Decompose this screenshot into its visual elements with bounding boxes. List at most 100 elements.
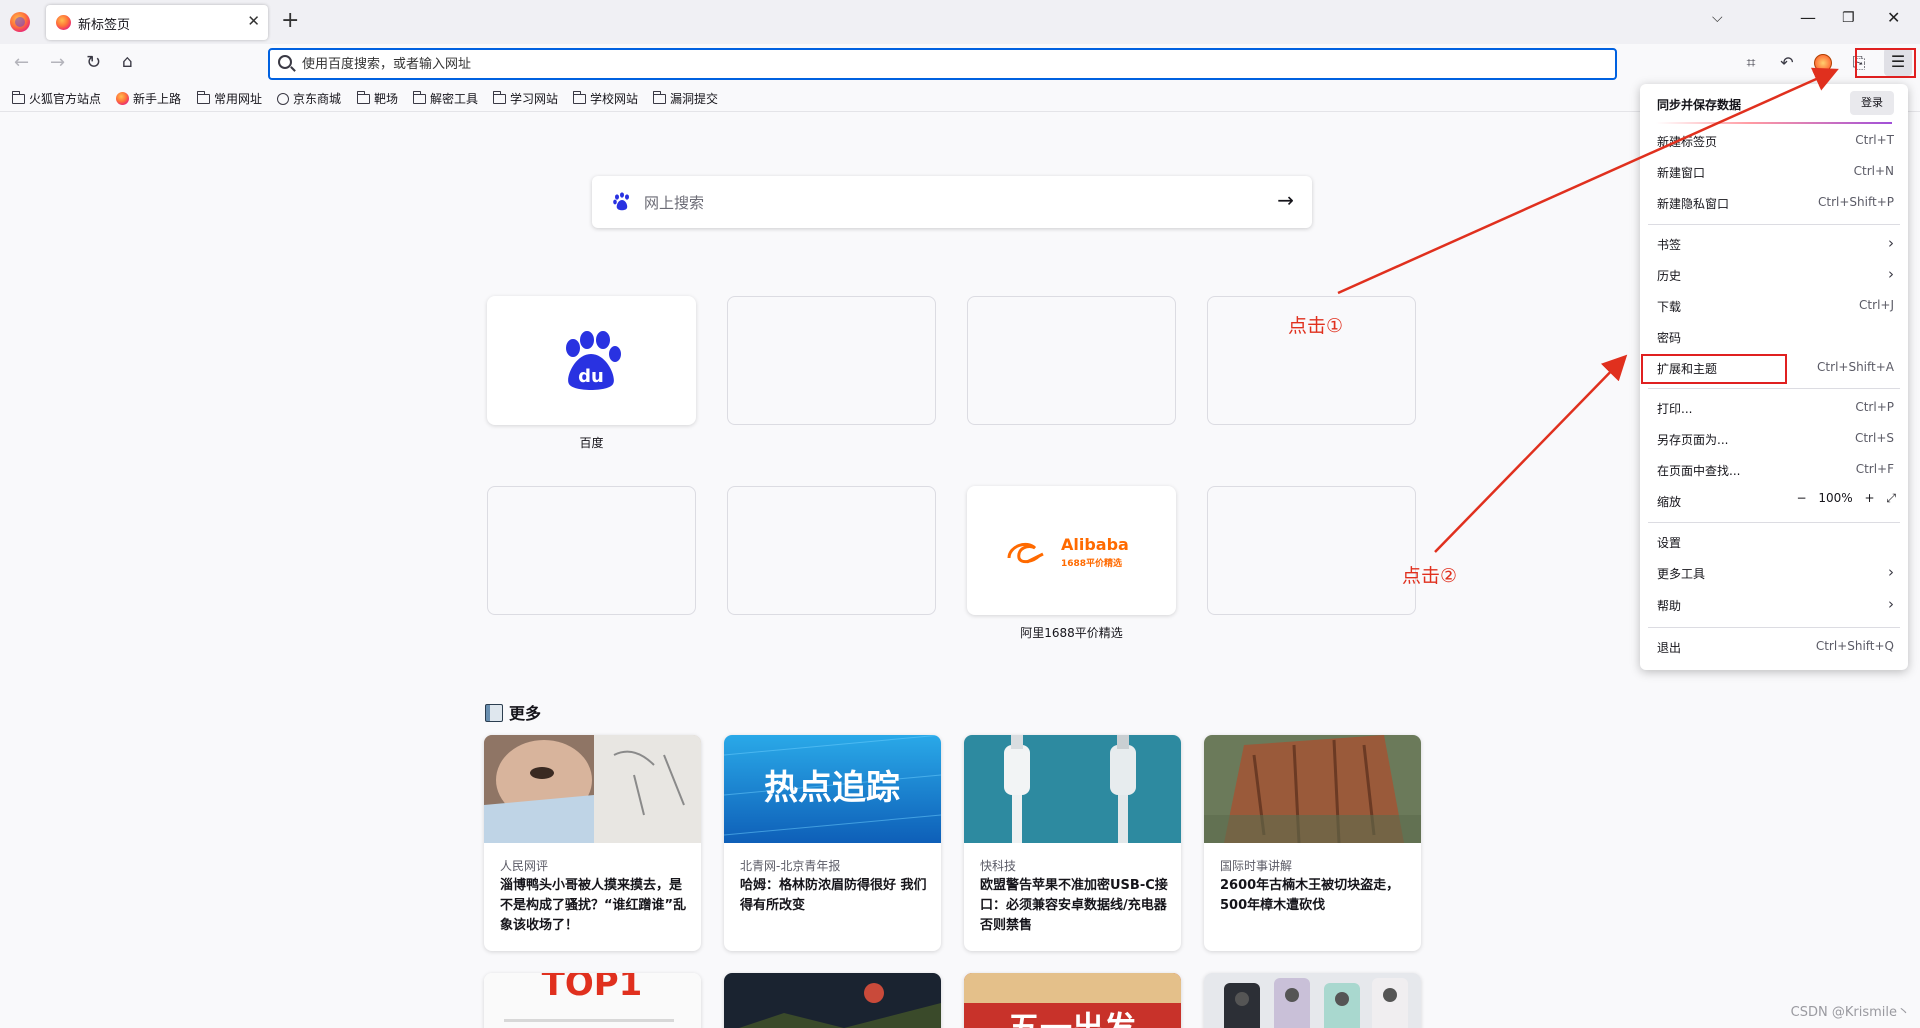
menu-item-print[interactable]: 打印... Ctrl+P: [1640, 395, 1908, 421]
story-card[interactable]: TOP1: [484, 973, 701, 1028]
story-thumbnail: [484, 735, 701, 843]
story-card[interactable]: 热点追踪 北青网-北京青年报 哈姆：格林防浓眉防得很好 我们得有所改变: [724, 735, 941, 951]
reload-icon[interactable]: ↻: [86, 52, 101, 73]
story-thumbnail: 热点追踪: [724, 735, 941, 843]
story-card[interactable]: 人民网评 淄博鸭头小哥被人摸来摸去，是不是构成了骚扰？“谁红蹭谁”乱象该收场了！: [484, 735, 701, 951]
bookmark-item[interactable]: 京东商城: [277, 90, 341, 107]
story-card[interactable]: 快科技 欧盟警告苹果不准加密USB-C接口：必须兼容安卓数据线/充电器 否则禁售: [964, 735, 1181, 951]
menu-item-new-window[interactable]: 新建窗口 Ctrl+N: [1640, 159, 1908, 185]
bookmark-item[interactable]: 解密工具: [413, 90, 478, 107]
story-thumbnail: TOP1: [484, 973, 701, 1028]
sync-row: 同步并保存数据 登录: [1640, 84, 1908, 124]
bookmark-item[interactable]: 学习网站: [493, 90, 558, 107]
shortcut-tile-empty[interactable]: [1207, 486, 1416, 615]
story-card[interactable]: 五一出发: [964, 973, 1181, 1028]
arrow-to-extensions-item: [1434, 354, 1628, 553]
menu-item-downloads[interactable]: 下载 Ctrl+J: [1640, 293, 1908, 319]
tab-title: 新标签页: [78, 18, 131, 33]
story-source: 北青网-北京青年报: [740, 859, 841, 873]
story-thumbnail: [964, 735, 1181, 843]
close-window-icon[interactable]: ✕: [1887, 8, 1900, 27]
folder-icon: [653, 91, 666, 104]
firefox-icon: [116, 92, 129, 105]
zoom-level[interactable]: 100%: [1818, 491, 1852, 505]
bookmark-item[interactable]: 学校网站: [573, 90, 638, 107]
shortcut-tile-empty[interactable]: [727, 296, 936, 425]
divider: [1648, 627, 1900, 628]
watermark: CSDN @Krismile丶: [1790, 1005, 1910, 1020]
fullscreen-icon[interactable]: ⤢: [1886, 491, 1896, 506]
web-search-box[interactable]: →: [592, 176, 1312, 228]
story-thumbnail: [1204, 735, 1421, 843]
restore-icon[interactable]: ❐: [1842, 10, 1855, 26]
menu-item-bookmarks[interactable]: 书签 ›: [1640, 231, 1908, 257]
story-card[interactable]: [724, 973, 941, 1028]
list-all-tabs-icon[interactable]: ⌵: [1712, 10, 1723, 26]
bookmark-item[interactable]: 靶场: [357, 90, 398, 107]
menu-item-passwords[interactable]: 密码: [1640, 324, 1908, 350]
new-tab-button[interactable]: +: [281, 8, 299, 33]
story-card[interactable]: [1204, 973, 1421, 1028]
zoom-out-button[interactable]: −: [1796, 491, 1806, 505]
divider: [1648, 224, 1900, 225]
screenshot-crop-icon[interactable]: ⌗: [1740, 52, 1762, 74]
menu-item-history[interactable]: 历史 ›: [1640, 262, 1908, 288]
menu-item-quit[interactable]: 退出 Ctrl+Shift+Q: [1640, 634, 1908, 660]
thumbnail-text: 五一出发: [1008, 1009, 1136, 1028]
shortcut-tile-empty[interactable]: [967, 296, 1176, 425]
menu-item-settings[interactable]: 设置: [1640, 529, 1908, 555]
shortcut-tile-empty[interactable]: [727, 486, 936, 615]
story-source: 人民网评: [500, 859, 549, 873]
story-card[interactable]: 国际时事讲解 2600年古楠木王被切块盗走，500年樟木遭砍伐: [1204, 735, 1421, 951]
home-icon[interactable]: ⌂: [122, 52, 133, 72]
zoom-in-button[interactable]: +: [1865, 491, 1875, 505]
undo-close-icon[interactable]: ↶: [1776, 52, 1798, 74]
annotation-box-menu: [1855, 48, 1916, 78]
thumbnail-text: TOP1: [542, 973, 643, 1004]
web-search-input[interactable]: [644, 192, 1244, 214]
menu-item-new-tab[interactable]: 新建标签页 Ctrl+T: [1640, 128, 1908, 154]
annotation-box-extensions: [1641, 354, 1787, 384]
tab-new-tab[interactable]: 新标签页 ✕: [46, 5, 268, 40]
shortcut-tile-alibaba[interactable]: Alibaba 1688平价精选: [967, 486, 1176, 615]
account-avatar-icon[interactable]: [1814, 54, 1832, 72]
search-icon: [278, 55, 292, 69]
arrow-right-icon[interactable]: →: [1277, 188, 1294, 212]
bookmark-item[interactable]: 新手上路: [116, 90, 181, 107]
login-button[interactable]: 登录: [1850, 91, 1894, 115]
bookmark-item[interactable]: 漏洞提交: [653, 90, 718, 107]
chevron-right-icon: ›: [1888, 265, 1894, 283]
chevron-right-icon: ›: [1888, 595, 1894, 613]
menu-item-find-in-page[interactable]: 在页面中查找... Ctrl+F: [1640, 457, 1908, 483]
thumbnail-text: 热点追踪: [764, 768, 900, 808]
annotation-step2: 点击②: [1402, 565, 1458, 587]
menu-item-new-private-window[interactable]: 新建隐私窗口 Ctrl+Shift+P: [1640, 190, 1908, 216]
firefox-menu-icon[interactable]: [10, 12, 30, 32]
bookmark-item[interactable]: 火狐官方站点: [12, 90, 101, 107]
divider: [1656, 122, 1892, 124]
back-icon[interactable]: ←: [14, 52, 29, 73]
minimize-icon[interactable]: —: [1800, 8, 1816, 27]
story-source: 国际时事讲解: [1220, 859, 1293, 873]
baidu-logo: du: [555, 326, 627, 398]
chevron-right-icon: ›: [1888, 563, 1894, 581]
menu-item-save-page-as[interactable]: 另存页面为... Ctrl+S: [1640, 426, 1908, 452]
shortcut-tile-empty[interactable]: [487, 486, 696, 615]
story-thumbnail: [1204, 973, 1421, 1028]
shortcut-label[interactable]: 阿里1688平价精选: [967, 624, 1176, 641]
bookmark-item[interactable]: 常用网址: [197, 90, 262, 107]
url-bar[interactable]: [268, 48, 1617, 80]
menu-item-more-tools[interactable]: 更多工具 ›: [1640, 560, 1908, 586]
url-input[interactable]: [302, 54, 1602, 74]
shortcut-tile-baidu[interactable]: du: [487, 296, 696, 425]
shortcut-label[interactable]: 百度: [487, 434, 696, 451]
annotation-arrows: [1337, 67, 1839, 553]
chevron-right-icon: ›: [1888, 234, 1894, 252]
forward-icon[interactable]: →: [50, 52, 65, 73]
menu-item-help[interactable]: 帮助 ›: [1640, 592, 1908, 618]
close-tab-icon[interactable]: ✕: [247, 12, 260, 30]
folder-icon: [357, 91, 370, 104]
firefox-favicon-icon: [56, 15, 71, 30]
folder-icon: [573, 91, 586, 104]
story-headline: 哈姆：格林防浓眉防得很好 我们得有所改变: [740, 878, 927, 913]
